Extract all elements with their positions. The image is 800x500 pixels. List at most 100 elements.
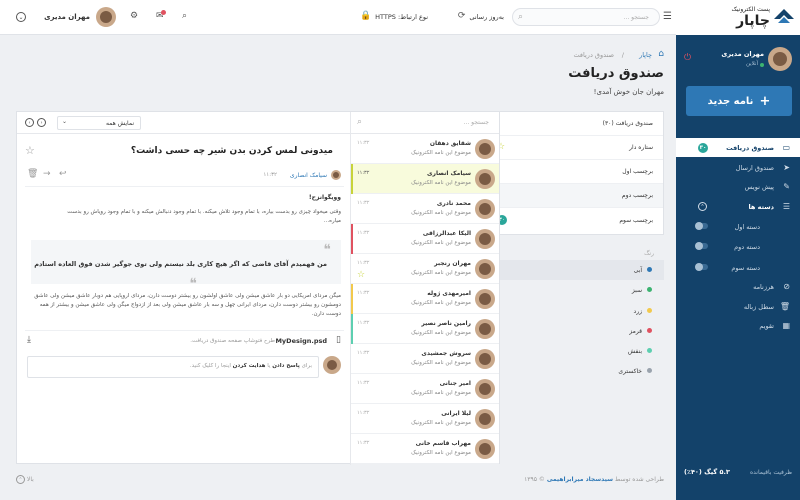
label-starred[interactable]: ستاره دار ☆ (487, 136, 663, 160)
list-item[interactable]: امیرمهدی ژوله موضوع این نامه الکترونیک ۱… (351, 284, 499, 314)
back-to-top-label: بالا (26, 476, 34, 483)
sidebar-item-trash[interactable]: 🗑 سطل زباله (676, 297, 800, 316)
collapse-icon[interactable]: ⌃ (698, 202, 707, 211)
home-icon[interactable]: ⌂ (658, 50, 664, 59)
color-stripe (351, 314, 353, 344)
reply-icon[interactable]: ↩ (59, 170, 67, 179)
user-name[interactable]: مهران مدیری (26, 13, 90, 21)
list-search-input[interactable]: جستجو ... (464, 119, 489, 126)
list-item[interactable]: سروش جمشیدی موضوع این نامه الکترونیک ۱۱:… (351, 344, 499, 374)
sidebar-item-sent[interactable]: ➤ صندوق ارسال (676, 158, 800, 177)
brand-name: چاپار (736, 13, 770, 29)
breadcrumb-current: صندوق دریافت (573, 51, 614, 59)
sidebar-item-label: دسته سوم (731, 263, 760, 272)
power-icon[interactable]: ⏻ (684, 54, 691, 63)
list-item[interactable]: مهراب قاسم خانی موضوع این نامه الکترونیک… (351, 434, 499, 464)
avatar (475, 289, 495, 309)
list-item[interactable]: لیلا ایرانی موضوع این نامه الکترونیک ۱۱:… (351, 404, 499, 434)
list-item[interactable]: امیر جنانی موضوع این نامه الکترونیک ۱۱:۳… (351, 374, 499, 404)
forward-icon[interactable]: → (43, 170, 51, 179)
menu-icon[interactable]: ☰ (663, 12, 672, 22)
color-name: سبز (631, 286, 642, 294)
label-third[interactable]: برچسب سوم ۳۰ (487, 208, 663, 232)
color-purple[interactable]: بنفش (488, 341, 664, 361)
reply-suffix: اینجا را کلیک کنید. (189, 363, 231, 369)
sidebar-item-categories[interactable]: ☰ دسته ها ⌃ (676, 197, 800, 216)
list-item[interactable]: محمد نادری موضوع این نامه الکترونیک ۱۱:۳… (351, 194, 499, 224)
sidebar-item-label: تقویم (759, 321, 774, 330)
gear-icon[interactable]: ⚙ (130, 12, 138, 21)
designer-link[interactable]: سیدسجاد میرابراهیمی (547, 476, 613, 483)
sender-name: امیر جنانی (439, 380, 471, 387)
chevron-up-icon: ⌃ (16, 475, 25, 484)
reply-box[interactable]: برای پاسخ دادن یا هدایت کردن اینجا را کل… (27, 356, 319, 378)
category-toggle[interactable] (695, 242, 708, 250)
filter-select[interactable]: نمایش همه ⌄ (57, 116, 141, 130)
color-green[interactable]: سبز (488, 280, 664, 300)
storage-label: ظرفیت باقیمانده (750, 469, 792, 476)
search-input[interactable]: جستجو ... (624, 14, 649, 21)
connection-label: نوع ارتباط: HTTPS (375, 12, 428, 21)
color-gray[interactable]: خاکستری (488, 361, 664, 381)
chevron-down-icon: ⌄ (62, 118, 68, 125)
sidebar-item-category-3[interactable]: دسته سوم (676, 258, 800, 277)
sidebar-user-name: مهران مدیری (721, 50, 764, 58)
sender-name: الیکا عبدالرزاقی (422, 230, 471, 237)
breadcrumb-home[interactable]: چاپار (639, 51, 652, 59)
color-blue[interactable]: آبی (488, 260, 664, 280)
download-icon[interactable]: ⤓ (27, 336, 31, 345)
reply-avatar (323, 356, 341, 374)
sidebar-item-inbox[interactable]: ▭ صندوق دریافت ۳۰ (676, 138, 800, 157)
chevron-left-icon[interactable]: ‹ (37, 118, 46, 127)
star-icon[interactable]: ☆ (357, 270, 365, 280)
back-to-top-button[interactable]: بالا ⌃ (16, 475, 34, 484)
chevron-right-icon[interactable]: › (25, 118, 34, 127)
color-dot (647, 328, 652, 333)
color-red[interactable]: قرمز (488, 321, 664, 341)
list-item[interactable]: الیکا عبدالرزاقی موضوع این نامه الکترونی… (351, 224, 499, 254)
sender-name[interactable]: سیامک انصاری (290, 172, 327, 179)
sidebar-item-calendar[interactable]: ▦ تقویم (676, 316, 800, 335)
trash-icon[interactable]: 🗑 (27, 170, 38, 179)
reply-link[interactable]: پاسخ دادن (272, 363, 300, 369)
connection-status: نوع ارتباط: HTTPS 🔒 (360, 12, 428, 21)
sidebar-item-drafts[interactable]: ✎ پیش نویس (676, 177, 800, 196)
brand[interactable]: پست الکترونیک چاپار (676, 0, 800, 35)
label-second[interactable]: برچسب دوم (487, 184, 663, 208)
sender-name: شقایق دهقان (429, 140, 471, 147)
color-yellow[interactable]: زرد (488, 301, 664, 321)
attachment-divider (25, 330, 344, 331)
attachment-name[interactable]: MyDesign.psd (275, 337, 327, 345)
list-item[interactable]: مهران رنجبر موضوع این نامه الکترونیک ۱۱:… (351, 254, 499, 284)
chevron-down-icon[interactable]: ⌄ (16, 12, 26, 22)
new-message-button[interactable]: + نامه جدید (686, 86, 792, 116)
sidebar-avatar[interactable] (768, 47, 792, 71)
quote-text: من فهمیدم آقای قاضی که اگر هیچ کاری بلد … (34, 260, 327, 268)
sender-name: مهران رنجبر (434, 260, 471, 267)
forward-link[interactable]: هدایت کردن (233, 363, 266, 369)
message-subject: موضوع این نامه الکترونیک (411, 330, 471, 336)
user-avatar[interactable] (96, 7, 116, 27)
sidebar-item-category-2[interactable]: دسته دوم (676, 237, 800, 256)
refresh-icon: ⟳ (457, 11, 466, 21)
plus-icon: + (759, 93, 771, 109)
search-box[interactable]: جستجو ... ⌕ (512, 8, 660, 26)
label-name: برچسب اول (622, 168, 653, 175)
category-toggle[interactable] (695, 263, 708, 271)
star-icon[interactable]: ☆ (25, 144, 35, 157)
label-first[interactable]: برچسب اول (487, 160, 663, 184)
sidebar-item-category-1[interactable]: دسته اول (676, 217, 800, 236)
file-icon: ▯ (336, 335, 341, 345)
inbox-count-badge: ۳۰ (698, 143, 708, 153)
list-search[interactable]: جستجو ... ⌕ (351, 112, 499, 134)
list-item[interactable]: رامین ناصر نصیر موضوع این نامه الکترونیک… (351, 314, 499, 344)
search-icon[interactable]: ⌕ (182, 12, 187, 21)
online-dot (760, 63, 764, 67)
sidebar: پست الکترونیک چاپار مهران مدیری آنلاین ⏻… (676, 0, 800, 500)
category-toggle[interactable] (695, 222, 708, 230)
filter-label: نمایش همه (105, 120, 134, 127)
refresh-button[interactable]: به‌روز رسانی ⟳ (458, 12, 504, 21)
list-item[interactable]: شقایق دهقان موضوع این نامه الکترونیک ۱۱:… (351, 134, 499, 164)
sidebar-item-spam[interactable]: ⊘ هرزنامه (676, 277, 800, 296)
list-item[interactable]: سیامک انصاری موضوع این نامه الکترونیک ۱۱… (351, 164, 499, 194)
